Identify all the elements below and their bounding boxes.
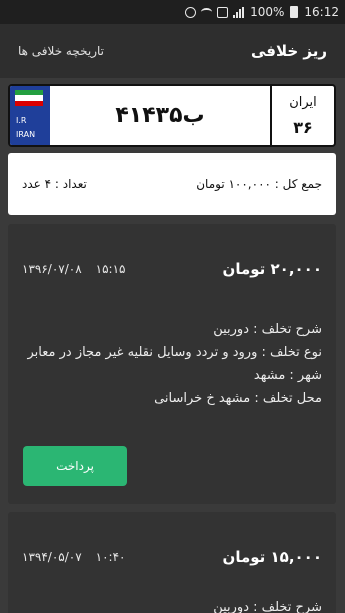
summary-total: جمع کل : ۱۰۰,۰۰۰ تومان — [196, 177, 322, 191]
alarm-icon — [185, 6, 197, 18]
violation-amount: ۱۵,۰۰۰ تومان — [222, 548, 322, 566]
violation-time: ۱۵:۱۵ — [95, 262, 126, 276]
plate-iran-label: IRAN — [16, 130, 36, 139]
plate-flag-strip: I.R IRAN — [10, 86, 50, 145]
violation-card: ۱۵,۰۰۰ تومان ۱۳۹۴/۰۵/۰۷ ۱۰:۴۰ شرح تخلف :… — [8, 512, 336, 613]
pay-button[interactable]: پرداخت — [23, 446, 127, 486]
wifi-icon — [201, 8, 213, 16]
violation-details: شرح تخلف : دوربین نوع تخلف : ورود و تردد… — [22, 318, 323, 410]
violation-datetime: ۱۳۹۶/۰۷/۰۸ ۱۵:۱۵ — [22, 262, 125, 276]
plate-number: ۴۱ب۴۳۵ — [115, 103, 205, 128]
signal-icon — [233, 6, 245, 18]
violation-type: نوع تخلف : ورود و تردد وسایل نقلیه غیر م… — [27, 345, 323, 360]
violation-card: ۲۰,۰۰۰ تومان ۱۳۹۶/۰۷/۰۸ ۱۵:۱۵ شرح تخلف :… — [8, 224, 336, 504]
plate-region-label: ایران — [289, 94, 317, 110]
violation-description: شرح تخلف : دوربین — [213, 322, 322, 337]
battery-icon — [290, 6, 299, 18]
page-title: ریز خلافی — [250, 42, 327, 60]
clock: 16:12 — [304, 5, 339, 19]
history-link[interactable]: تاریخچه خلافی ها — [18, 44, 104, 58]
violation-amount: ۲۰,۰۰۰ تومان — [222, 260, 322, 278]
violation-date: ۱۳۹۶/۰۷/۰۸ — [22, 262, 82, 276]
plate-region: ایران ۳۶ — [270, 86, 334, 145]
violation-date: ۱۳۹۴/۰۵/۰۷ — [22, 550, 82, 564]
violation-location: محل تخلف : مشهد خ خراسانی — [154, 391, 322, 406]
summary-card: جمع کل : ۱۰۰,۰۰۰ تومان تعداد : ۴ عدد — [8, 153, 336, 215]
sim-icon — [217, 6, 229, 18]
summary-count: تعداد : ۴ عدد — [22, 177, 87, 191]
plate-ir-label: I.R — [16, 116, 27, 125]
status-bar: 100% 16:12 — [0, 0, 345, 24]
iran-flag-icon — [15, 90, 43, 106]
license-plate: I.R IRAN ۴۱ب۴۳۵ ایران ۳۶ — [8, 84, 336, 147]
plate-region-code: ۳۶ — [293, 117, 313, 137]
violation-city: شهر : مشهد — [253, 368, 322, 383]
battery-percent: 100% — [250, 5, 285, 19]
violation-datetime: ۱۳۹۴/۰۵/۰۷ ۱۰:۴۰ — [22, 550, 125, 564]
violation-description: شرح تخلف : دوربین — [213, 600, 322, 613]
app-bar: تاریخچه خلافی ها ریز خلافی — [0, 24, 345, 78]
violation-time: ۱۰:۴۰ — [95, 550, 126, 564]
